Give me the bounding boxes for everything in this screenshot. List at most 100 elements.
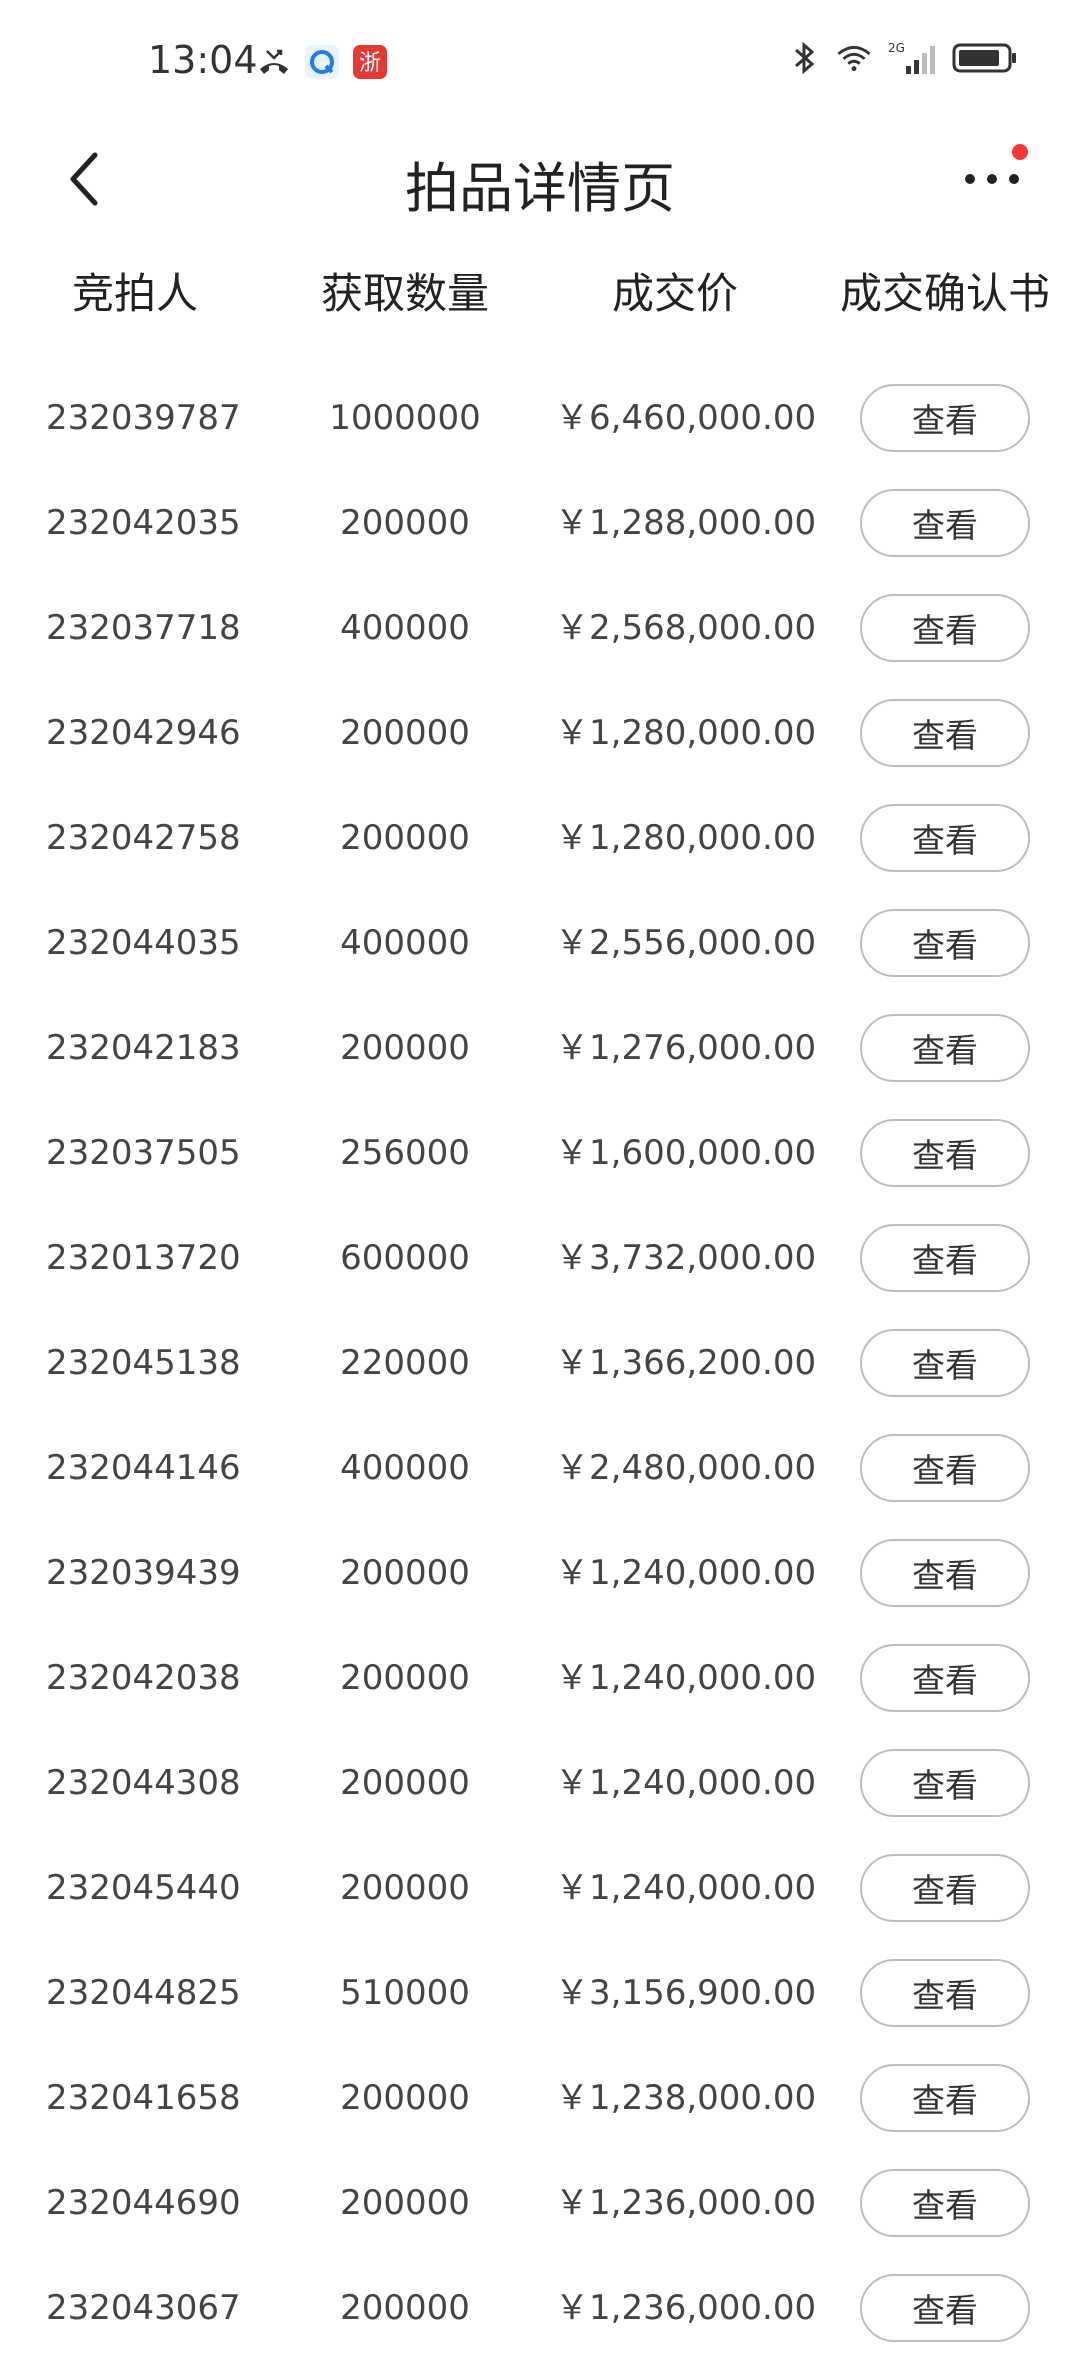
price-value: ￥1,240,000.00: [555, 1553, 817, 1593]
quantity-value: 200000: [340, 713, 470, 753]
quantity-value: 400000: [340, 1448, 470, 1488]
price-value: ￥1,240,000.00: [555, 1868, 817, 1908]
view-confirmation-button[interactable]: 查看: [860, 384, 1030, 452]
view-confirmation-button[interactable]: 查看: [860, 1224, 1030, 1292]
status-left-icons: 浙: [256, 44, 388, 80]
view-confirmation-button[interactable]: 查看: [860, 699, 1030, 767]
table-row: 232044146 400000 ￥2,480,000.00 查看: [0, 1417, 1080, 1522]
column-header-confirmation: 成交确认书: [839, 269, 1050, 318]
bidder-id: 232044146: [46, 1448, 241, 1488]
table-row: 232042038 200000 ￥1,240,000.00 查看: [0, 1627, 1080, 1732]
view-confirmation-button[interactable]: 查看: [860, 1329, 1030, 1397]
bidder-id: 232042758: [46, 818, 241, 858]
price-value: ￥1,240,000.00: [555, 1763, 817, 1803]
price-value: ￥1,280,000.00: [555, 818, 817, 858]
table-row: 232039787 1000000 ￥6,460,000.00 查看: [0, 367, 1080, 472]
bidder-id: 232041658: [46, 2078, 241, 2118]
table-row: 232044035 400000 ￥2,556,000.00 查看: [0, 892, 1080, 997]
price-value: ￥1,236,000.00: [555, 2288, 817, 2328]
table-row: 232041658 200000 ￥1,238,000.00 查看: [0, 2047, 1080, 2152]
price-value: ￥3,156,900.00: [555, 1973, 817, 2013]
view-confirmation-button[interactable]: 查看: [860, 594, 1030, 662]
page-title: 拍品详情页: [405, 157, 675, 220]
bidder-id: 232037505: [46, 1133, 241, 1173]
quantity-value: 400000: [340, 923, 470, 963]
quantity-value: 200000: [340, 1868, 470, 1908]
bidder-id: 232013720: [46, 1238, 241, 1278]
bluetooth-icon: [786, 40, 822, 76]
column-header-quantity: 获取数量: [320, 269, 489, 318]
bidder-id: 232042183: [46, 1028, 241, 1068]
table-body: 232039787 1000000 ￥6,460,000.00 查看 232042035…: [0, 367, 1080, 2362]
price-value: ￥1,366,200.00: [555, 1343, 817, 1383]
column-header-price: 成交价: [611, 269, 738, 318]
table-row: 232042758 200000 ￥1,280,000.00 查看: [0, 787, 1080, 892]
quantity-value: 200000: [340, 1553, 470, 1593]
table-row: 232044690 200000 ￥1,236,000.00 查看: [0, 2152, 1080, 2257]
quantity-value: 1000000: [329, 398, 481, 438]
view-confirmation-button[interactable]: 查看: [860, 1854, 1030, 1922]
view-confirmation-button[interactable]: 查看: [860, 1434, 1030, 1502]
table-header: 竞拍人 获取数量 成交价 成交确认书: [0, 260, 1080, 336]
quantity-value: 200000: [340, 818, 470, 858]
table-row: 232042946 200000 ￥1,280,000.00 查看: [0, 682, 1080, 787]
price-value: ￥1,236,000.00: [555, 2183, 817, 2223]
bidder-id: 232045138: [46, 1343, 241, 1383]
quantity-value: 510000: [340, 1973, 470, 2013]
view-confirmation-button[interactable]: 查看: [860, 1014, 1030, 1082]
bidder-id: 232044825: [46, 1973, 241, 2013]
price-value: ￥1,276,000.00: [555, 1028, 817, 1068]
wifi-icon: [836, 40, 872, 76]
quantity-value: 200000: [340, 1658, 470, 1698]
view-confirmation-button[interactable]: 查看: [860, 2064, 1030, 2132]
signal-2g-icon: 2G: [886, 40, 938, 76]
more-dots-icon: [965, 174, 1019, 184]
status-time: 13:04: [148, 38, 258, 82]
table-row: 232037505 256000 ￥1,600,000.00 查看: [0, 1102, 1080, 1207]
status-bar: 13:04 浙 2G: [0, 0, 1080, 126]
view-confirmation-button[interactable]: 查看: [860, 1644, 1030, 1712]
view-confirmation-button[interactable]: 查看: [860, 804, 1030, 872]
table-row: 232045440 200000 ￥1,240,000.00 查看: [0, 1837, 1080, 1942]
view-confirmation-button[interactable]: 查看: [860, 489, 1030, 557]
quantity-value: 200000: [340, 2078, 470, 2118]
bidder-id: 232044308: [46, 1763, 241, 1803]
column-header-bidder: 竞拍人: [71, 269, 198, 318]
browser-app-icon: [304, 44, 340, 80]
table-row: 232044308 200000 ￥1,240,000.00 查看: [0, 1732, 1080, 1837]
nav-bar: 拍品详情页: [0, 126, 1080, 236]
battery-icon: [952, 40, 1018, 76]
price-value: ￥1,288,000.00: [555, 503, 817, 543]
status-right-icons: 2G: [786, 40, 1018, 76]
quantity-value: 200000: [340, 2288, 470, 2328]
price-value: ￥6,460,000.00: [555, 398, 817, 438]
view-confirmation-button[interactable]: 查看: [860, 2274, 1030, 2342]
bidder-id: 232042946: [46, 713, 241, 753]
view-confirmation-button[interactable]: 查看: [860, 1119, 1030, 1187]
bidder-id: 232039787: [46, 398, 241, 438]
bidder-id: 232043067: [46, 2288, 241, 2328]
view-confirmation-button[interactable]: 查看: [860, 1539, 1030, 1607]
zhejiang-app-badge-text: 浙: [359, 51, 381, 76]
price-value: ￥2,568,000.00: [555, 608, 817, 648]
view-confirmation-button[interactable]: 查看: [860, 1749, 1030, 1817]
price-value: ￥1,238,000.00: [555, 2078, 817, 2118]
price-value: ￥2,556,000.00: [555, 923, 817, 963]
table-row: 232042035 200000 ￥1,288,000.00 查看: [0, 472, 1080, 577]
quantity-value: 200000: [340, 503, 470, 543]
quantity-value: 200000: [340, 1763, 470, 1803]
view-confirmation-button[interactable]: 查看: [860, 1959, 1030, 2027]
more-button[interactable]: [952, 144, 1032, 214]
table-row: 232042183 200000 ￥1,276,000.00 查看: [0, 997, 1080, 1102]
table-row: 232039439 200000 ￥1,240,000.00 查看: [0, 1522, 1080, 1627]
quantity-value: 200000: [340, 1028, 470, 1068]
signal-2g-label: 2G: [888, 41, 905, 55]
price-value: ￥1,280,000.00: [555, 713, 817, 753]
view-confirmation-button[interactable]: 查看: [860, 909, 1030, 977]
price-value: ￥1,240,000.00: [555, 1658, 817, 1698]
bidder-id: 232037718: [46, 608, 241, 648]
table-row: 232045138 220000 ￥1,366,200.00 查看: [0, 1312, 1080, 1417]
quantity-value: 200000: [340, 2183, 470, 2223]
zhejiang-app-icon: 浙: [352, 44, 388, 80]
view-confirmation-button[interactable]: 查看: [860, 2169, 1030, 2237]
